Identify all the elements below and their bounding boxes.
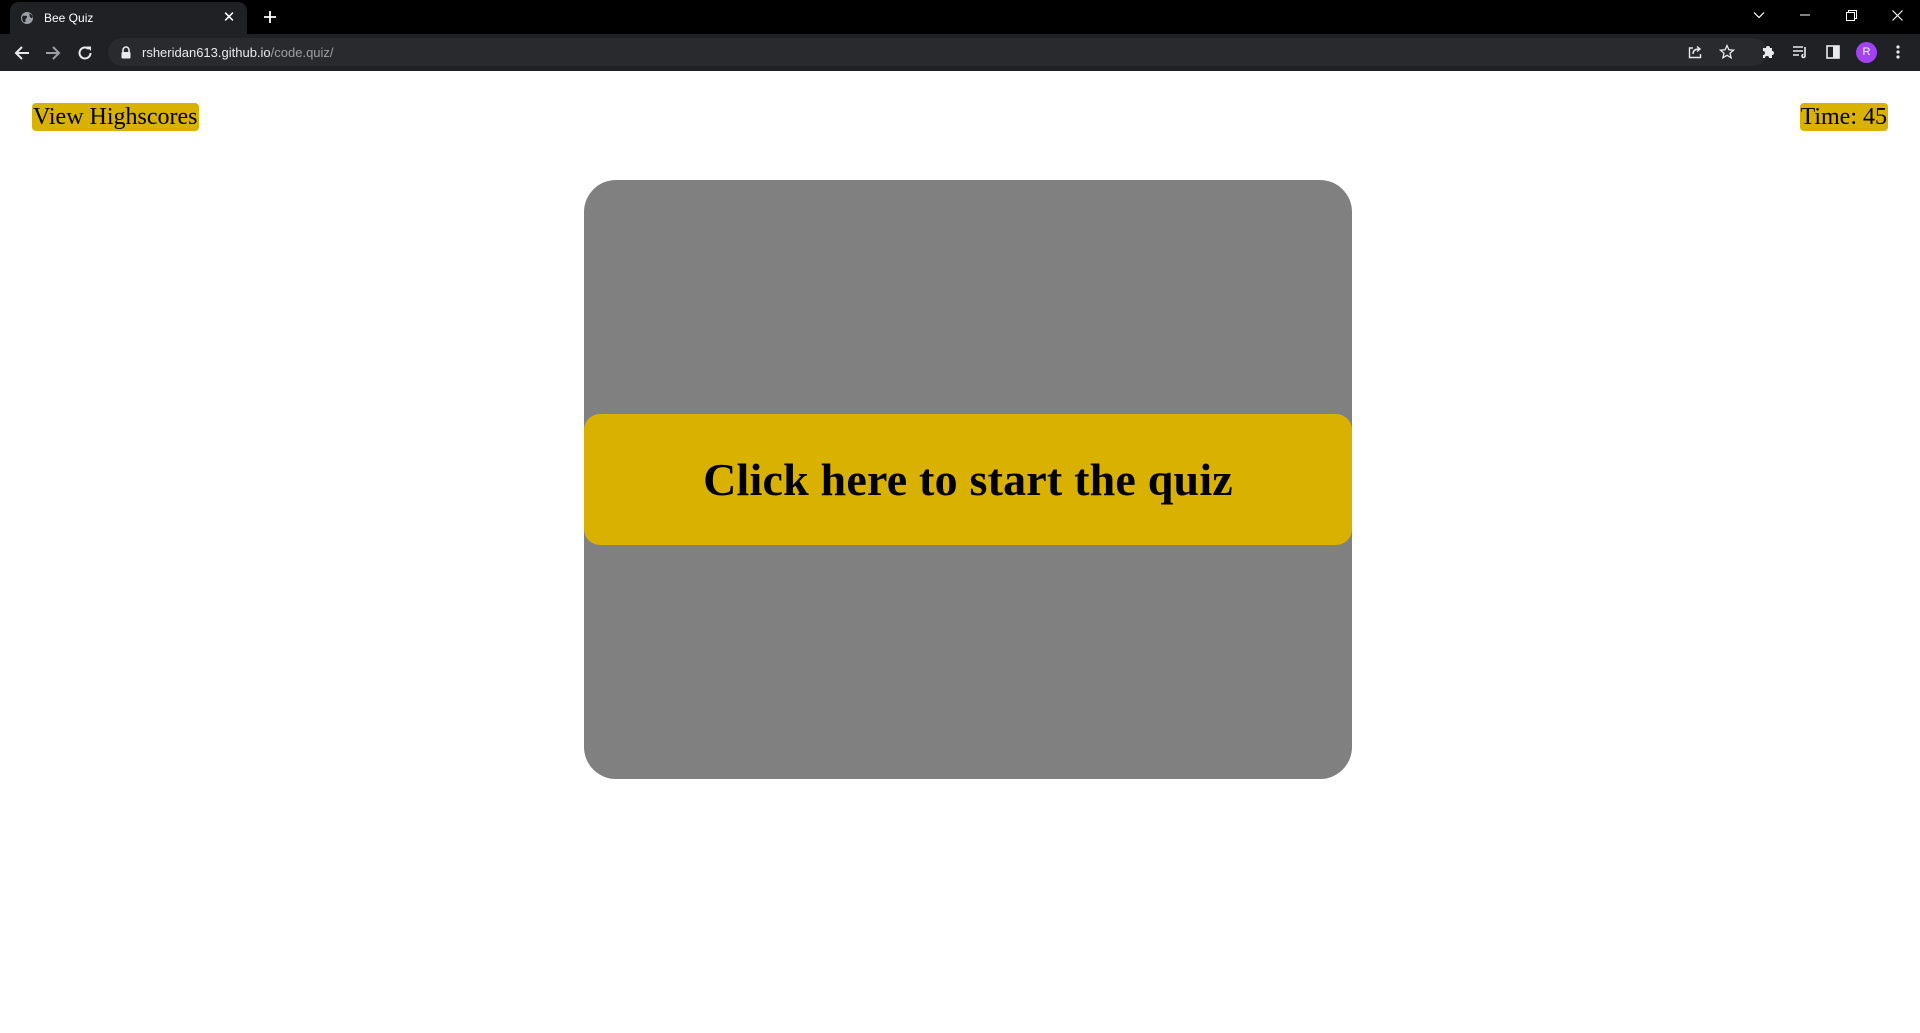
address-bar[interactable]: rsheridan613.github.io/code.quiz/ [108, 38, 1767, 66]
star-icon[interactable] [1717, 42, 1737, 62]
tab-close-icon[interactable]: ✕ [219, 8, 239, 28]
browser-window: Bee Quiz ✕ rsheridan613.github.io/code.q… [0, 0, 1920, 1033]
url-host: rsheridan613.github.io [142, 45, 271, 60]
url-text[interactable]: rsheridan613.github.io/code.quiz/ [142, 45, 334, 60]
avatar[interactable]: R [1856, 42, 1877, 63]
page-content: View Highscores Time: 45 Click here to s… [0, 71, 1920, 1033]
timer: Time: 45 [1799, 103, 1888, 131]
url-path: /code.quiz/ [270, 45, 334, 60]
chevron-down-icon[interactable] [1736, 0, 1782, 30]
plus-icon[interactable] [258, 5, 282, 29]
browser-toolbar: rsheridan613.github.io/code.quiz/ R [0, 34, 1920, 71]
quiz-card: Click here to start the quiz [584, 180, 1352, 779]
start-quiz-button[interactable]: Click here to start the quiz [584, 414, 1352, 545]
tab-bee-quiz[interactable]: Bee Quiz ✕ [10, 2, 247, 34]
lock-icon[interactable] [120, 46, 132, 59]
kebab-menu-icon[interactable] [1884, 38, 1912, 66]
restore-icon[interactable] [1828, 0, 1874, 30]
share-icon[interactable] [1685, 42, 1705, 62]
reload-icon[interactable] [71, 39, 99, 67]
side-panel-icon[interactable] [1819, 38, 1847, 66]
arrow-right-icon[interactable] [39, 39, 67, 67]
globe-icon [20, 11, 34, 25]
puzzle-icon[interactable] [1754, 38, 1782, 66]
tab-title: Bee Quiz [44, 11, 94, 25]
tab-strip: Bee Quiz ✕ [0, 0, 1920, 34]
view-highscores-link[interactable]: View Highscores [32, 103, 199, 131]
minimize-icon[interactable] [1782, 0, 1828, 30]
reading-list-icon[interactable] [1786, 38, 1814, 66]
close-icon[interactable] [1874, 0, 1920, 30]
arrow-left-icon[interactable] [8, 39, 36, 67]
